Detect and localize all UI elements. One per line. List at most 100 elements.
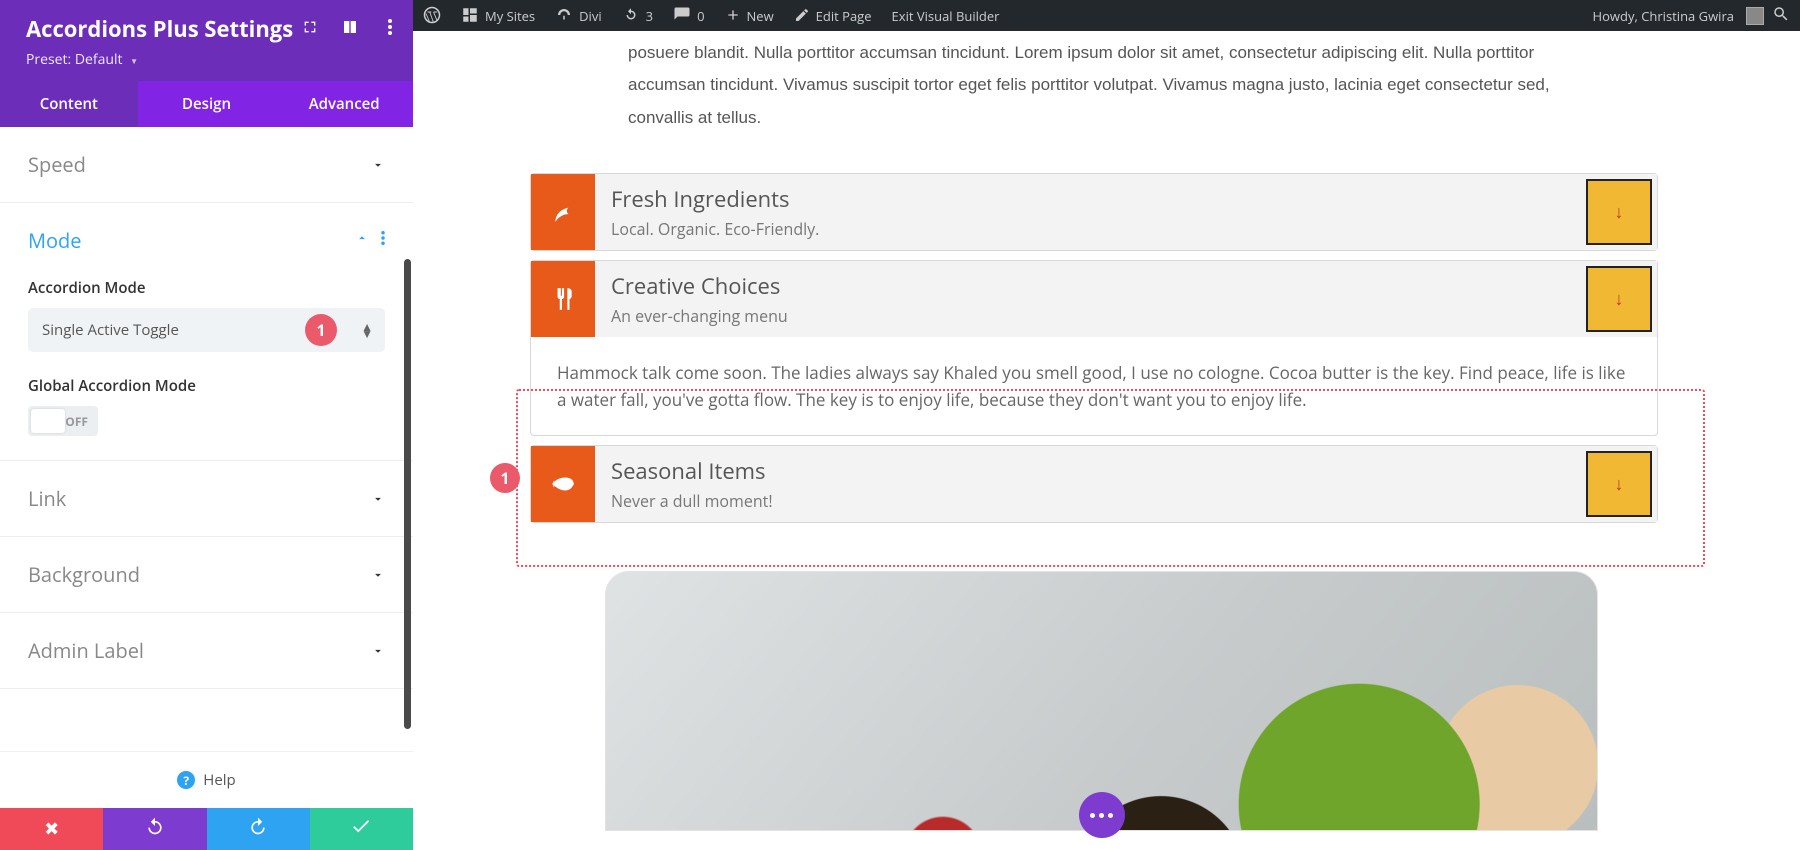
accordion-subtitle: An ever-changing menu [611, 305, 1570, 327]
section-admin-label-header[interactable]: Admin Label [0, 613, 413, 688]
site-name[interactable]: Divi [545, 0, 612, 31]
accordion-title: Seasonal Items [611, 456, 1570, 486]
section-speed: Speed [0, 127, 413, 203]
chevron-up-icon [355, 231, 369, 250]
section-background-header[interactable]: Background [0, 537, 413, 612]
preset-prefix: Preset: [26, 50, 71, 69]
toggle-knob [31, 409, 65, 433]
search-icon [1772, 5, 1790, 23]
refresh-icon [622, 6, 640, 26]
save-button[interactable] [310, 808, 413, 850]
cancel-button[interactable]: ✖ [0, 808, 103, 850]
global-mode-toggle[interactable]: OFF [28, 406, 98, 436]
module-options-fab[interactable] [1079, 792, 1125, 838]
section-options-icon[interactable] [381, 231, 385, 250]
arrow-down-icon: ↓ [1615, 200, 1624, 224]
utensils-icon [531, 261, 595, 337]
leaf-icon [531, 174, 595, 250]
plus-icon [725, 7, 741, 25]
new-content[interactable]: New [715, 0, 784, 31]
help-label: Help [203, 770, 235, 790]
wordpress-icon [423, 6, 441, 26]
redo-button[interactable] [207, 808, 310, 850]
columns-icon[interactable] [341, 18, 359, 36]
accordion-body: Hammock talk come soon. The ladies alway… [531, 337, 1657, 435]
callout-badge-1: 1 [490, 463, 520, 493]
accordion-item[interactable]: Creative Choices An ever-changing menu ↓… [530, 260, 1658, 436]
redo-icon [248, 816, 268, 842]
dot-icon [1099, 813, 1104, 818]
select-updown-icon: ▲▼ [361, 323, 373, 337]
undo-button[interactable] [103, 808, 206, 850]
global-mode-label: Global Accordion Mode [28, 376, 385, 396]
panel-body: Speed Mode Accordion Mode Single Active … [0, 127, 413, 751]
section-link-header[interactable]: Link [0, 461, 413, 536]
site-name-label: Divi [579, 7, 602, 25]
section-admin-label-title: Admin Label [28, 637, 144, 664]
section-link-title: Link [28, 485, 66, 512]
settings-panel: Accordions Plus Settings Preset: Default… [0, 0, 413, 850]
pencil-icon [794, 7, 810, 25]
callout-badge-1: 1 [305, 314, 337, 346]
comment-icon [673, 6, 691, 26]
section-speed-title: Speed [28, 151, 86, 178]
exit-visual-builder[interactable]: Exit Visual Builder [882, 0, 1010, 31]
section-background: Background [0, 537, 413, 613]
comments[interactable]: 0 [663, 0, 714, 31]
settings-tabs: Content Design Advanced [0, 81, 413, 127]
account-howdy[interactable]: Howdy, Christina Gwira [1583, 0, 1738, 31]
wp-admin-bar: My Sites Divi 3 0 New Edit Page Exit Vis… [413, 0, 1800, 31]
hero-image [605, 571, 1598, 831]
tab-design[interactable]: Design [138, 81, 276, 127]
tab-advanced[interactable]: Advanced [275, 81, 413, 127]
section-background-title: Background [28, 561, 140, 588]
avatar[interactable] [1746, 7, 1764, 25]
accordion-mode-select[interactable]: Single Active Toggle 1 ▲▼ [28, 308, 385, 352]
tab-content-label: Content [40, 94, 98, 114]
preset-selector[interactable]: Preset: Default ▼ [26, 50, 393, 69]
kebab-menu-icon[interactable] [381, 18, 399, 36]
section-admin-label: Admin Label [0, 613, 413, 689]
section-link: Link [0, 461, 413, 537]
panel-header: Accordions Plus Settings Preset: Default… [0, 0, 413, 81]
accordion-toggle[interactable]: ↓ [1586, 266, 1652, 332]
edit-page-label: Edit Page [816, 7, 872, 25]
gauge-icon [555, 6, 573, 26]
adminbar-search[interactable] [1772, 5, 1790, 27]
updates[interactable]: 3 [612, 0, 663, 31]
chevron-down-icon [371, 644, 385, 658]
wp-logo[interactable] [413, 0, 451, 31]
chevron-down-icon [371, 568, 385, 582]
chevron-down-icon [371, 158, 385, 172]
toggle-off-text: OFF [65, 413, 88, 430]
fish-icon [531, 446, 595, 522]
tab-content[interactable]: Content [0, 81, 138, 127]
accordion-title: Creative Choices [611, 271, 1570, 301]
accordion-item[interactable]: Fresh Ingredients Local. Organic. Eco-Fr… [530, 173, 1658, 251]
undo-icon [145, 816, 165, 842]
accordion-toggle[interactable]: ↓ [1586, 451, 1652, 517]
check-icon [350, 815, 372, 843]
panel-footer: ✖ [0, 808, 413, 850]
accordion-title: Fresh Ingredients [611, 184, 1570, 214]
page-preview: posuere blandit. Nulla porttitor accumsa… [413, 31, 1800, 850]
section-speed-header[interactable]: Speed [0, 127, 413, 202]
dot-icon [1108, 813, 1113, 818]
accordion-toggle[interactable]: ↓ [1586, 179, 1652, 245]
my-sites[interactable]: My Sites [451, 0, 545, 31]
expand-icon[interactable] [301, 18, 319, 36]
scrollbar-thumb[interactable] [404, 259, 411, 729]
accordion-subtitle: Local. Organic. Eco-Friendly. [611, 218, 1570, 240]
edit-page[interactable]: Edit Page [784, 0, 882, 31]
help-link[interactable]: ? Help [0, 751, 413, 808]
my-sites-label: My Sites [485, 7, 535, 25]
dot-icon [1090, 813, 1095, 818]
comments-count: 0 [697, 7, 704, 25]
tab-advanced-label: Advanced [309, 94, 380, 114]
accordion-item[interactable]: Seasonal Items Never a dull moment! ↓ [530, 445, 1658, 523]
updates-count: 3 [646, 7, 653, 25]
section-mode-header[interactable]: Mode [0, 203, 413, 278]
sites-icon [461, 6, 479, 26]
new-label: New [747, 7, 774, 25]
tab-design-label: Design [182, 94, 231, 114]
